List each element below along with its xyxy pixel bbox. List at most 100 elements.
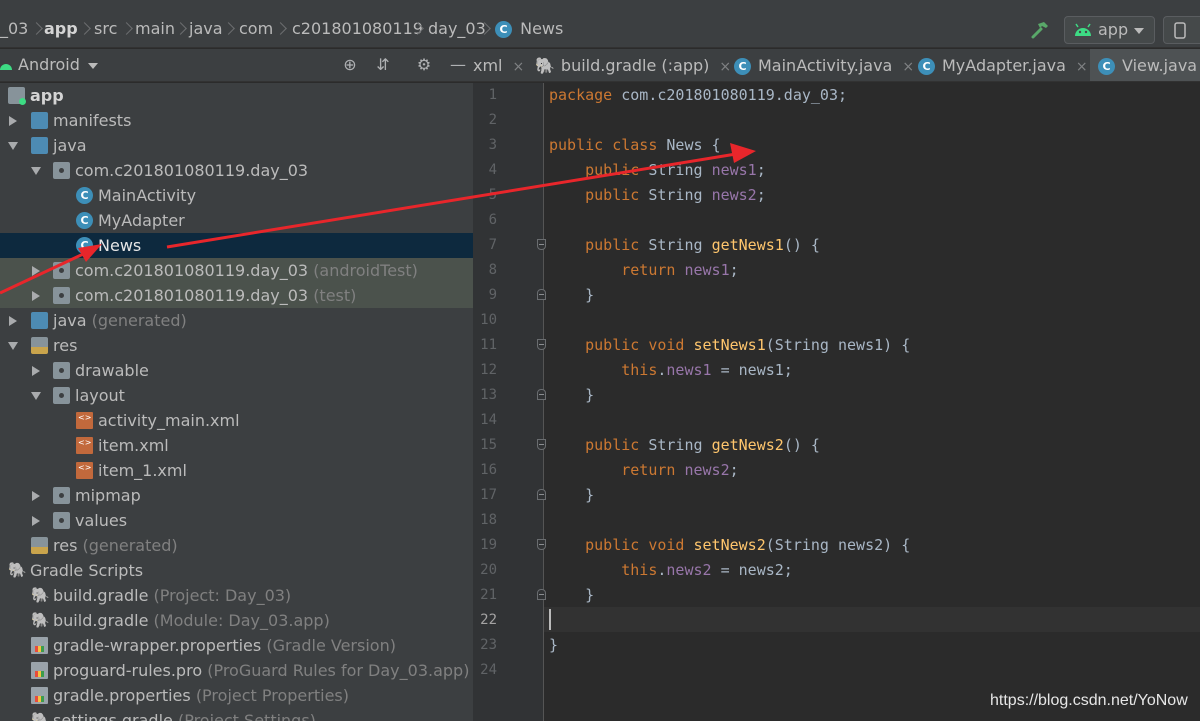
tree-item-gradle-properties[interactable]: gradle.properties (Project Properties)	[0, 683, 473, 708]
build-hammer-icon[interactable]	[1030, 20, 1050, 40]
tab-view-java[interactable]: C View.java	[1090, 49, 1200, 81]
code-token: }	[549, 636, 559, 654]
code-token: String	[648, 436, 712, 454]
collapse-arrow-icon[interactable]	[31, 167, 41, 175]
fold-marker-icon[interactable]	[537, 389, 546, 400]
line-number: 16	[480, 462, 497, 478]
fold-marker-icon[interactable]	[537, 539, 546, 550]
gradle-elephant-icon: 🐘	[535, 56, 555, 75]
xml-file-icon	[76, 462, 93, 479]
tree-item-gradle-scripts[interactable]: 🐘 Gradle Scripts	[0, 558, 473, 583]
tab-label: xml	[473, 56, 503, 75]
collapse-arrow-icon[interactable]	[31, 392, 41, 400]
fold-marker-icon[interactable]	[537, 339, 546, 350]
tree-item-mipmap[interactable]: mipmap	[0, 483, 473, 508]
tree-item-layout[interactable]: layout	[0, 383, 473, 408]
fold-marker-icon[interactable]	[537, 289, 546, 300]
locate-target-icon[interactable]: ⊕	[340, 55, 360, 75]
code-token: package	[549, 86, 622, 104]
tree-item-item-xml[interactable]: item.xml	[0, 433, 473, 458]
tree-item-build-gradle-project[interactable]: 🐘 build.gradle (Project: Day_03)	[0, 583, 473, 608]
breadcrumb-app[interactable]: app	[44, 18, 78, 40]
expand-arrow-icon[interactable]	[9, 316, 17, 326]
tree-item-proguard-rules[interactable]: proguard-rules.pro (ProGuard Rules for D…	[0, 658, 473, 683]
tree-item-label: item.xml	[98, 436, 169, 455]
expand-arrow-icon[interactable]	[32, 291, 40, 301]
expand-arrow-icon[interactable]	[32, 491, 40, 501]
collapse-arrow-icon[interactable]	[8, 142, 18, 150]
code-line: }	[549, 283, 594, 308]
tab-mainactivity[interactable]: C MainActivity.java ×	[734, 49, 914, 81]
tab-myadapter[interactable]: C MyAdapter.java ×	[918, 49, 1088, 81]
android-module-badge-icon	[19, 98, 26, 105]
run-configuration-dropdown[interactable]: app	[1064, 16, 1155, 44]
breadcrumb-day03[interactable]: day_03	[428, 18, 486, 40]
expand-arrow-icon[interactable]	[9, 116, 17, 126]
breadcrumb-main[interactable]: main	[135, 18, 175, 40]
tree-item-label: mipmap	[75, 486, 141, 505]
close-icon[interactable]: ×	[1076, 59, 1088, 75]
tree-item-java[interactable]: java	[0, 133, 473, 158]
tree-item-activity-main-xml[interactable]: activity_main.xml	[0, 408, 473, 433]
tree-item-gradle-wrapper[interactable]: gradle-wrapper.properties (Gradle Versio…	[0, 633, 473, 658]
breadcrumb-project[interactable]: _03	[0, 18, 28, 40]
expand-arrow-icon[interactable]	[32, 516, 40, 526]
project-view-selector[interactable]: Android	[18, 55, 80, 74]
code-line: public String getNews1() {	[549, 233, 820, 258]
tree-item-label: res	[53, 336, 78, 355]
tab-label: View.java	[1122, 56, 1198, 75]
tree-item-package-androidtest[interactable]: com.c201801080119.day_03 (androidTest)	[0, 258, 473, 283]
close-icon[interactable]: ×	[513, 59, 525, 75]
tree-item-values[interactable]: values	[0, 508, 473, 533]
fold-marker-icon[interactable]	[537, 239, 546, 250]
tree-item-hint: (ProGuard Rules for Day_03.app)	[207, 661, 470, 680]
tree-item-java-generated[interactable]: java (generated)	[0, 308, 473, 333]
chevron-down-icon[interactable]	[88, 63, 98, 69]
tree-item-hint: (generated)	[91, 311, 187, 330]
tree-item-label: MyAdapter	[98, 211, 185, 230]
tree-item-drawable[interactable]: drawable	[0, 358, 473, 383]
tree-item-settings-gradle[interactable]: 🐘 settings.gradle (Project Settings)	[0, 708, 473, 721]
fold-marker-icon[interactable]	[537, 489, 546, 500]
code-token: this	[621, 361, 658, 379]
tab-xml[interactable]: xml ×	[473, 49, 525, 81]
tree-item-item1-xml[interactable]: item_1.xml	[0, 458, 473, 483]
tree-item-res-generated[interactable]: res (generated)	[0, 533, 473, 558]
collapse-all-icon[interactable]: ⇵	[373, 55, 393, 75]
tree-item-manifests[interactable]: manifests	[0, 108, 473, 133]
breadcrumb-java[interactable]: java	[189, 18, 223, 40]
folder-icon	[31, 112, 48, 129]
tree-item-package-main[interactable]: com.c201801080119.day_03	[0, 158, 473, 183]
tree-item-label: manifests	[53, 111, 132, 130]
tree-item-hint: (Project Properties)	[195, 686, 349, 705]
tree-item-app[interactable]: app	[0, 83, 473, 108]
fold-marker-icon[interactable]	[537, 439, 546, 450]
device-selector[interactable]	[1163, 16, 1200, 44]
expand-arrow-icon[interactable]	[32, 266, 40, 276]
hide-panel-icon[interactable]: —	[448, 55, 468, 75]
tree-item-package-test[interactable]: com.c201801080119.day_03 (test)	[0, 283, 473, 308]
expand-arrow-icon[interactable]	[32, 366, 40, 376]
code-token: news1	[711, 161, 757, 179]
close-icon[interactable]: ×	[902, 59, 914, 75]
tree-item-mainactivity[interactable]: C MainActivity	[0, 183, 473, 208]
tab-build-gradle-app[interactable]: 🐘 build.gradle (:app) ×	[535, 49, 731, 81]
gear-icon[interactable]: ⚙	[414, 55, 434, 75]
close-icon[interactable]: ×	[719, 59, 731, 75]
breadcrumb-com[interactable]: com	[239, 18, 273, 40]
fold-marker-icon[interactable]	[537, 589, 546, 600]
tree-item-build-gradle-module[interactable]: 🐘 build.gradle (Module: Day_03.app)	[0, 608, 473, 633]
code-token: News {	[666, 136, 721, 154]
breadcrumb-src[interactable]: src	[94, 18, 117, 40]
breadcrumb-class[interactable]: C News	[495, 18, 563, 40]
breadcrumb-package[interactable]: c201801080119	[292, 18, 423, 40]
tree-item-myadapter[interactable]: C MyAdapter	[0, 208, 473, 233]
resources-folder-icon	[31, 337, 48, 354]
collapse-arrow-icon[interactable]	[8, 342, 18, 350]
tree-item-res[interactable]: res	[0, 333, 473, 358]
code-token: ;	[756, 186, 766, 204]
tree-item-news[interactable]: C News	[0, 233, 473, 258]
code-line: }	[549, 483, 594, 508]
